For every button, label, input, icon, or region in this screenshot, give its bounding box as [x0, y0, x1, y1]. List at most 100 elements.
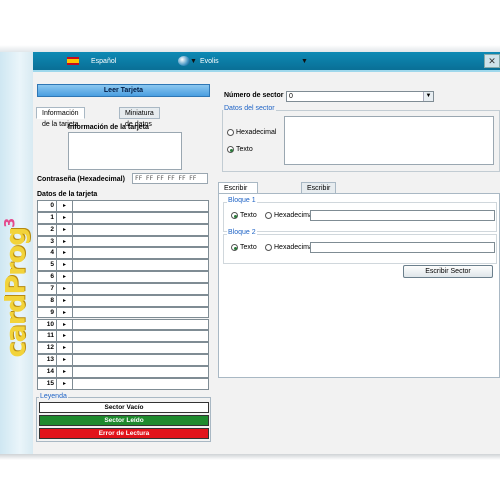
row-index: 9: [37, 306, 57, 319]
row-expand-button[interactable]: ▸: [57, 271, 72, 283]
sector-data-textarea[interactable]: [284, 116, 494, 165]
data-row-4: 4 ▸: [37, 247, 209, 260]
row-field[interactable]: [72, 247, 209, 260]
data-row-8: 8 ▸: [37, 294, 209, 307]
row-field[interactable]: [72, 211, 209, 224]
row-field[interactable]: [72, 271, 209, 283]
data-row-2: 2 ▸: [37, 223, 209, 236]
row-field[interactable]: [72, 377, 209, 390]
row-field[interactable]: [72, 318, 209, 331]
block-1-group: Texto Hexadecimal: [223, 202, 497, 232]
row-field[interactable]: [72, 259, 209, 272]
radio-hex-label: Hexadecimal: [236, 129, 277, 136]
row-index: 13: [37, 354, 57, 366]
row-field[interactable]: [72, 365, 209, 378]
row-expand-button[interactable]: ▸: [57, 365, 72, 378]
password-label: Contraseña (Hexadecimal): [37, 176, 125, 183]
data-row-10: 10 ▸: [37, 318, 209, 331]
block1-radio-hex[interactable]: [265, 212, 272, 219]
block2-radio-text[interactable]: [231, 244, 238, 251]
block-2-group: Texto Hexadecimal: [223, 234, 497, 264]
row-expand-button[interactable]: ▸: [57, 318, 72, 331]
chevron-down-icon: ▼: [301, 58, 308, 65]
language-label: Español: [91, 58, 117, 65]
row-field[interactable]: [72, 200, 209, 212]
block2-input[interactable]: [310, 242, 495, 253]
card-data-title: Datos de la tarjeta: [37, 191, 98, 198]
row-field[interactable]: [72, 306, 209, 319]
data-row-0: 0 ▸: [37, 200, 209, 212]
spain-flag-icon: [67, 57, 79, 65]
row-field[interactable]: [72, 235, 209, 248]
row-field[interactable]: [72, 330, 209, 343]
block1-text-label: Texto: [240, 212, 257, 219]
radio-text-sector[interactable]: [227, 146, 234, 153]
block1-radio-text[interactable]: [231, 212, 238, 219]
row-index: 2: [37, 223, 57, 236]
sector-number-select[interactable]: 0 ▼: [286, 91, 434, 102]
row-index: 6: [37, 271, 57, 283]
write-sector-button[interactable]: Escribir Sector: [403, 265, 493, 278]
row-expand-button[interactable]: ▸: [57, 259, 72, 272]
row-index: 12: [37, 342, 57, 355]
row-field[interactable]: [72, 342, 209, 355]
legend-box: Sector Vacío Sector Leído Error de Lectu…: [36, 397, 211, 442]
device-dropdown[interactable]: Evolis ▼: [178, 55, 328, 68]
left-brand-strip: cardProg3: [0, 52, 33, 454]
tab-card-info[interactable]: Información de la tarjeta: [36, 107, 85, 128]
row-index: 5: [37, 259, 57, 272]
row-expand-button[interactable]: ▸: [57, 330, 72, 343]
device-label: Evolis: [200, 58, 219, 65]
card-info-title: Información de la tarjeta: [68, 124, 149, 131]
block1-hex-label: Hexadecimal: [274, 212, 315, 219]
sector-data-title: Datos del sector: [223, 105, 276, 112]
row-expand-button[interactable]: ▸: [57, 200, 72, 212]
radio-hex-sector[interactable]: [227, 129, 234, 136]
screen: cardProg3 Español ▼ Evolis ▼ ✕ Leer Tarj…: [0, 0, 500, 500]
row-field[interactable]: [72, 282, 209, 295]
row-index: 3: [37, 235, 57, 248]
block1-input[interactable]: [310, 210, 495, 221]
row-index: 8: [37, 294, 57, 307]
legend-title: Leyenda: [39, 393, 68, 400]
row-expand-button[interactable]: ▸: [57, 235, 72, 248]
card-info-box[interactable]: [68, 132, 182, 170]
right-panel: Número de sector 0 ▼ Datos del sector He…: [217, 72, 500, 444]
tab-data-thumbnail[interactable]: Miniatura de datos: [119, 107, 160, 128]
password-field[interactable]: FF FF FF FF FF FF: [132, 173, 208, 184]
data-row-7: 7 ▸: [37, 282, 209, 295]
row-index: 15: [37, 377, 57, 390]
block2-text-label: Texto: [240, 244, 257, 251]
chevron-down-icon: ▼: [423, 92, 433, 101]
data-row-11: 11 ▸: [37, 330, 209, 343]
data-row-3: 3 ▸: [37, 235, 209, 248]
data-row-12: 12 ▸: [37, 342, 209, 355]
row-expand-button[interactable]: ▸: [57, 306, 72, 319]
row-expand-button[interactable]: ▸: [57, 294, 72, 307]
block2-radio-hex[interactable]: [265, 244, 272, 251]
legend-read-error: Error de Lectura: [39, 428, 209, 439]
logo-text: cardProg: [0, 227, 32, 358]
row-field[interactable]: [72, 294, 209, 307]
data-row-13: 13 ▸: [37, 354, 209, 366]
close-window-button[interactable]: ✕: [484, 54, 500, 68]
top-toolbar: Español ▼ Evolis ▼ ✕: [33, 52, 500, 72]
row-field[interactable]: [72, 354, 209, 366]
row-expand-button[interactable]: ▸: [57, 282, 72, 295]
block1-title: Bloque 1: [227, 197, 257, 204]
row-expand-button[interactable]: ▸: [57, 223, 72, 236]
row-expand-button[interactable]: ▸: [57, 377, 72, 390]
row-expand-button[interactable]: ▸: [57, 247, 72, 260]
row-index: 4: [37, 247, 57, 260]
row-field[interactable]: [72, 223, 209, 236]
row-expand-button[interactable]: ▸: [57, 354, 72, 366]
logo-version: 3: [2, 218, 19, 228]
row-expand-button[interactable]: ▸: [57, 342, 72, 355]
left-panel: Leer Tarjeta Información de la tarjeta M…: [34, 72, 214, 444]
row-index: 0: [37, 200, 57, 212]
read-card-button[interactable]: Leer Tarjeta: [37, 84, 210, 97]
close-icon: ✕: [488, 56, 496, 66]
block2-hex-label: Hexadecimal: [274, 244, 315, 251]
radio-text-label: Texto: [236, 146, 253, 153]
row-expand-button[interactable]: ▸: [57, 211, 72, 224]
